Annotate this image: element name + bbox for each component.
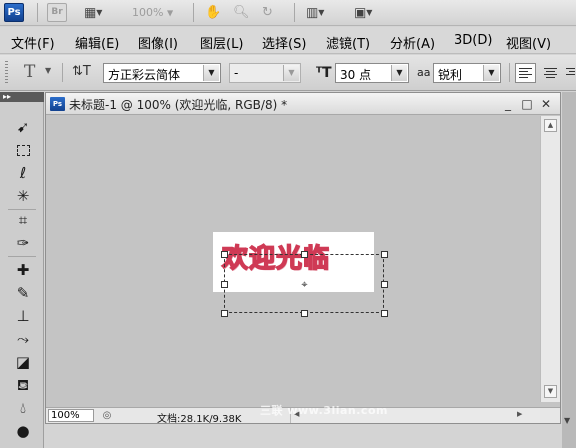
eraser-tool-icon[interactable]: ◪ bbox=[11, 351, 35, 373]
type-tool-preset-icon[interactable]: T bbox=[24, 62, 35, 82]
tools-panel-collapse[interactable]: ▸▸ bbox=[0, 92, 44, 102]
bridge-launch-button[interactable]: Br bbox=[47, 3, 67, 22]
scroll-up-icon[interactable]: ▲ bbox=[544, 119, 557, 132]
options-bar-grip[interactable] bbox=[5, 61, 8, 85]
menu-image[interactable]: 图像(I) bbox=[138, 33, 178, 52]
separator bbox=[193, 3, 194, 22]
text-orientation-toggle-icon[interactable]: ⇅T bbox=[72, 64, 91, 79]
font-family-select[interactable]: 方正彩云简体 ▼ bbox=[103, 63, 221, 83]
font-size-select[interactable]: 30 点 ▼ bbox=[335, 63, 409, 83]
options-bar: T ▼ ⇅T 方正彩云简体 ▼ - ▼ ᵀT 30 点 ▼ aa 锐利 ▼ bbox=[0, 55, 576, 91]
menu-edit[interactable]: 编辑(E) bbox=[75, 33, 119, 52]
canvas-workspace[interactable]: 欢迎光临 ⌖ bbox=[46, 116, 540, 407]
scroll-right-icon[interactable]: ▶ bbox=[517, 410, 522, 418]
menu-select[interactable]: 选择(S) bbox=[262, 33, 306, 52]
separator bbox=[294, 3, 295, 22]
document-title-bar[interactable]: Ps 未标题-1 @ 100% (欢迎光临, RGB/8) * _ □ ✕ bbox=[46, 93, 560, 115]
dodge-tool-icon[interactable]: ● bbox=[11, 420, 35, 442]
menu-file[interactable]: 文件(F) bbox=[11, 33, 55, 52]
align-right-icon bbox=[566, 68, 575, 79]
zoom-level-dropdown[interactable]: 100% ▼ bbox=[132, 6, 173, 19]
status-info-icon[interactable]: ◎ bbox=[100, 409, 114, 422]
scroll-down-icon[interactable]: ▼ bbox=[544, 385, 557, 398]
marquee-tool-icon[interactable] bbox=[11, 140, 35, 162]
menu-layer[interactable]: 图层(L) bbox=[200, 33, 243, 52]
history-brush-tool-icon[interactable]: ⤳ bbox=[11, 328, 35, 350]
zoom-level-field[interactable]: 100% bbox=[48, 409, 94, 422]
font-size-icon: ᵀT bbox=[316, 65, 332, 81]
eyedropper-tool-icon[interactable]: ✑ bbox=[11, 232, 35, 254]
menu-bar: 文件(F) 编辑(E) 图像(I) 图层(L) 选择(S) 滤镜(T) 分析(A… bbox=[0, 27, 576, 54]
watermark: 三联 www.3lian.com bbox=[260, 404, 388, 417]
chevron-down-icon: ▼ bbox=[203, 65, 219, 81]
blur-tool-icon[interactable]: 💧︎ bbox=[11, 397, 35, 419]
chevron-down-icon: ▼ bbox=[391, 65, 407, 81]
transform-handle-middle-left[interactable] bbox=[221, 281, 228, 288]
menu-analysis[interactable]: 分析(A) bbox=[390, 33, 435, 52]
vertical-scrollbar[interactable]: ▲ ▼ bbox=[540, 116, 560, 402]
maximize-icon[interactable]: □ bbox=[519, 96, 535, 112]
reference-point-icon[interactable]: ⌖ bbox=[299, 279, 310, 290]
brush-tool-icon[interactable]: ✎ bbox=[11, 282, 35, 304]
antialias-icon: aa bbox=[417, 66, 431, 79]
document-title: 未标题-1 @ 100% (欢迎光临, RGB/8) * bbox=[69, 98, 288, 112]
transform-handle-top-center[interactable] bbox=[301, 251, 308, 258]
separator bbox=[509, 63, 510, 82]
arrange-documents-icon[interactable]: ▥▼ bbox=[306, 4, 324, 22]
clone-stamp-tool-icon[interactable]: ⊥ bbox=[11, 305, 35, 327]
separator bbox=[8, 256, 36, 257]
transform-handle-bottom-center[interactable] bbox=[301, 310, 308, 317]
transform-handle-bottom-right[interactable] bbox=[381, 310, 388, 317]
menu-3d[interactable]: 3D(D) bbox=[454, 33, 492, 48]
align-center-icon bbox=[544, 68, 557, 79]
separator bbox=[62, 63, 63, 82]
menu-view[interactable]: 视图(V) bbox=[506, 33, 551, 52]
application-bar: Ps Br ▦▼ 100% ▼ ✋ 🔍︎ ↻ ▥▼ ▣▼ bbox=[0, 0, 576, 26]
align-right-button[interactable] bbox=[564, 63, 576, 83]
healing-brush-tool-icon[interactable]: ✚ bbox=[11, 259, 35, 281]
hand-tool-icon[interactable]: ✋ bbox=[205, 4, 221, 22]
chevron-down-icon: ▼ bbox=[283, 65, 299, 81]
magic-wand-tool-icon[interactable]: ✳ bbox=[11, 185, 35, 207]
document-size-info: 文档:28.1K/9.38K bbox=[157, 414, 242, 425]
separator bbox=[37, 3, 38, 22]
align-left-button[interactable] bbox=[515, 63, 536, 83]
chevron-down-icon: ▼ bbox=[483, 65, 499, 81]
align-center-button[interactable] bbox=[540, 63, 561, 83]
photoshop-logo: Ps bbox=[4, 3, 24, 22]
transform-handle-bottom-left[interactable] bbox=[221, 310, 228, 317]
transform-handle-top-right[interactable] bbox=[381, 251, 388, 258]
move-tool-icon[interactable]: ➹ bbox=[11, 116, 35, 138]
document-ps-icon: Ps bbox=[50, 97, 65, 111]
document-window: Ps 未标题-1 @ 100% (欢迎光临, RGB/8) * _ □ ✕ 欢迎… bbox=[45, 92, 561, 425]
film-strip-icon[interactable]: ▦▼ bbox=[84, 4, 102, 22]
menu-filter[interactable]: 滤镜(T) bbox=[326, 33, 370, 52]
transform-handle-middle-right[interactable] bbox=[381, 281, 388, 288]
font-style-select[interactable]: - ▼ bbox=[229, 63, 301, 83]
close-icon[interactable]: ✕ bbox=[538, 96, 554, 112]
lasso-tool-icon[interactable]: ℓ bbox=[11, 162, 35, 184]
rotate-view-icon[interactable]: ↻ bbox=[262, 4, 273, 22]
chevron-down-icon[interactable]: ▼ bbox=[45, 66, 51, 75]
antialias-select[interactable]: 锐利 ▼ bbox=[433, 63, 501, 83]
paint-bucket-tool-icon[interactable]: ⛾ bbox=[11, 374, 35, 396]
panel-dock-edge bbox=[562, 92, 576, 448]
align-left-icon bbox=[519, 68, 532, 79]
transform-handle-top-left[interactable] bbox=[221, 251, 228, 258]
tools-panel: ▸▸ ➹ ℓ ✳ ⌗ ✑ ✚ ✎ ⊥ ⤳ ◪ ⛾ 💧︎ ● bbox=[0, 92, 44, 448]
screen-mode-icon[interactable]: ▣▼ bbox=[354, 4, 372, 22]
zoom-tool-icon[interactable]: 🔍︎ bbox=[233, 4, 250, 22]
minimize-icon[interactable]: _ bbox=[500, 96, 516, 112]
scroll-down-icon[interactable]: ▼ bbox=[564, 416, 576, 428]
crop-tool-icon[interactable]: ⌗ bbox=[11, 209, 35, 231]
